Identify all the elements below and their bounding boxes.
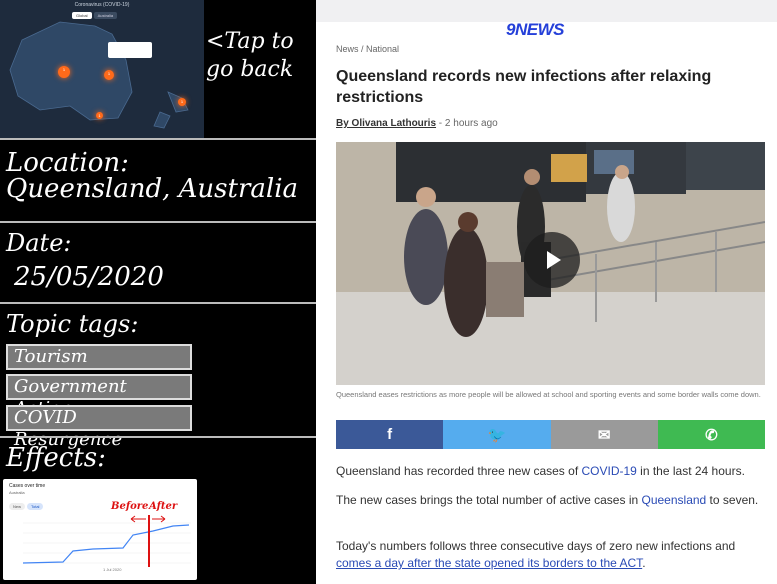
annotation-panel: Coronavirus (COVID-19) Global Australia … [0, 0, 316, 584]
cases-line [22, 524, 190, 564]
whatsapp-share-button[interactable]: ✆ [657, 420, 765, 449]
divider [0, 302, 316, 304]
divider [0, 436, 316, 438]
effects-label: Effects: [6, 443, 106, 473]
news-article-panel: 9NEWS News / National Queensland records… [316, 0, 777, 584]
map-tab-global[interactable]: Global [72, 12, 92, 19]
share-bar: f 🐦 ✉ ✆ [336, 420, 765, 449]
publish-time: - 2 hours ago [436, 118, 498, 129]
facebook-icon: f [387, 426, 393, 443]
image-caption: Queensland eases restrictions as more pe… [336, 390, 761, 399]
play-icon[interactable] [524, 232, 580, 288]
borders-act-link[interactable]: comes a day after the state opened its b… [336, 556, 642, 570]
browser-top-bar [316, 0, 777, 22]
map-title: Coronavirus (COVID-19) [74, 2, 130, 8]
map-popup [108, 42, 152, 58]
x-tick-label: 1 Jul 2020 [103, 567, 122, 572]
email-share-button[interactable]: ✉ [550, 420, 658, 449]
9news-logo[interactable]: 9NEWS [506, 20, 564, 40]
article-paragraph-2: The new cases brings the total number of… [336, 493, 759, 507]
chart-plot: 1 Jul 2020 [22, 515, 191, 572]
article-video[interactable] [336, 142, 765, 385]
divider [0, 138, 316, 140]
covid-map-thumbnail[interactable]: Coronavirus (COVID-19) Global Australia … [0, 0, 204, 138]
covid-19-link[interactable]: COVID-19 [581, 464, 636, 478]
twitter-icon: 🐦 [487, 426, 507, 444]
article-headline: Queensland records new infections after … [336, 68, 712, 106]
tap-to-go-back-link[interactable]: <Tap to go back [206, 28, 314, 84]
tag-covid-resurgence[interactable]: COVID Resurgence [6, 405, 192, 450]
tag-government-action[interactable]: Government Action [6, 374, 192, 419]
byline: By Olivana Lathouris - 2 hours ago [336, 118, 498, 129]
map-hotspot[interactable]: 1 [96, 112, 103, 119]
chart-gridlines [23, 522, 191, 564]
twitter-share-button[interactable]: 🐦 [443, 420, 551, 449]
map-tab-australia[interactable]: Australia [93, 12, 118, 19]
map-tabs: Global Australia [72, 12, 118, 19]
topic-tags-label: Topic tags: [6, 310, 139, 338]
email-icon: ✉ [597, 426, 611, 444]
breadcrumb[interactable]: News / National [336, 44, 399, 54]
map-hotspot[interactable]: 1 [104, 70, 114, 80]
tag-tourism[interactable]: Tourism [6, 344, 192, 370]
cases-over-time-chart: Cases over time Australia New Total Befo… [3, 479, 197, 580]
before-arrow [130, 515, 146, 523]
whatsapp-icon: ✆ [705, 426, 718, 444]
after-arrow [152, 515, 166, 523]
article-paragraph-1: Queensland has recorded three new cases … [336, 464, 745, 478]
location-value: Queensland, Australia [6, 174, 299, 204]
date-value: 25/05/2020 [14, 262, 164, 292]
facebook-share-button[interactable]: f [336, 420, 444, 449]
queensland-link[interactable]: Queensland [642, 493, 707, 507]
author-link[interactable]: By Olivana Lathouris [336, 118, 436, 129]
divider [0, 221, 316, 223]
map-hotspot[interactable]: 1 [58, 66, 70, 78]
article-paragraph-3: Today's numbers follows three consecutiv… [336, 539, 736, 570]
date-label: Date: [6, 229, 72, 257]
map-hotspot[interactable]: 1 [178, 98, 186, 106]
